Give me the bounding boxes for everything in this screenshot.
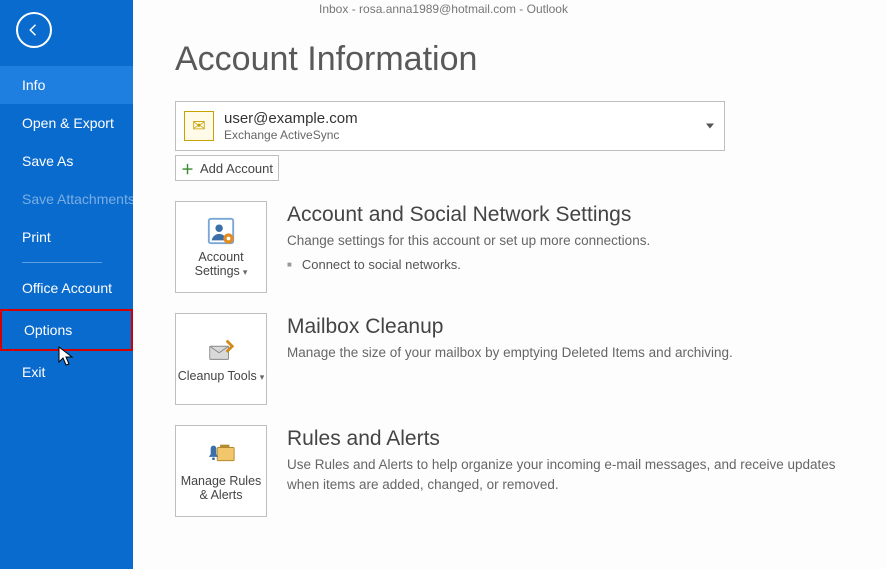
section-cleanup: Cleanup Tools▾ Mailbox Cleanup Manage th… bbox=[175, 313, 857, 405]
dropdown-caret-icon: ▾ bbox=[243, 267, 248, 277]
sidebar-item-print[interactable]: Print bbox=[0, 218, 133, 256]
cleanup-icon bbox=[206, 335, 236, 365]
sidebar-item-save-as[interactable]: Save As bbox=[0, 142, 133, 180]
rules-icon bbox=[206, 440, 236, 470]
manage-rules-label: Manage Rules & Alerts bbox=[176, 474, 266, 502]
account-type: Exchange ActiveSync bbox=[224, 128, 716, 142]
sidebar-item-options[interactable]: Options bbox=[0, 309, 133, 351]
plus-icon: ＋ bbox=[181, 159, 194, 178]
section-title-rules: Rules and Alerts bbox=[287, 427, 857, 451]
section-account-settings: Account Settings▾ Account and Social Net… bbox=[175, 201, 857, 293]
sidebar-item-open-export[interactable]: Open & Export bbox=[0, 104, 133, 142]
sidebar-item-office-account[interactable]: Office Account bbox=[0, 269, 133, 307]
section-desc-rules: Use Rules and Alerts to help organize yo… bbox=[287, 455, 857, 496]
back-button[interactable] bbox=[16, 12, 52, 48]
section-desc-cleanup: Manage the size of your mailbox by empty… bbox=[287, 343, 857, 363]
cleanup-tools-label: Cleanup Tools bbox=[178, 369, 257, 383]
sidebar-separator bbox=[22, 262, 102, 263]
connect-social-link[interactable]: Connect to social networks. bbox=[287, 257, 857, 272]
section-title-cleanup: Mailbox Cleanup bbox=[287, 315, 857, 339]
backstage-sidebar: Info Open & Export Save As Save Attachme… bbox=[0, 0, 133, 569]
manage-rules-button[interactable]: Manage Rules & Alerts bbox=[175, 425, 267, 517]
account-settings-button[interactable]: Account Settings▾ bbox=[175, 201, 267, 293]
section-desc-settings: Change settings for this account or set … bbox=[287, 231, 857, 251]
chevron-down-icon bbox=[706, 124, 714, 129]
main-panel: Account Information ✉ user@example.com E… bbox=[133, 0, 887, 569]
section-rules: Manage Rules & Alerts Rules and Alerts U… bbox=[175, 425, 857, 517]
person-gear-icon bbox=[206, 216, 236, 246]
dropdown-caret-icon: ▾ bbox=[260, 372, 265, 382]
account-selector[interactable]: ✉ user@example.com Exchange ActiveSync bbox=[175, 101, 725, 151]
page-heading: Account Information bbox=[175, 40, 857, 79]
back-arrow-icon bbox=[25, 21, 43, 39]
account-email: user@example.com bbox=[224, 110, 716, 128]
add-account-label: Add Account bbox=[200, 161, 273, 176]
sidebar-item-info[interactable]: Info bbox=[0, 66, 133, 104]
sidebar-item-exit[interactable]: Exit bbox=[0, 353, 133, 391]
mailbox-icon: ✉ bbox=[184, 111, 214, 141]
sidebar-item-save-attachments: Save Attachments bbox=[0, 180, 133, 218]
account-settings-label: Account Settings bbox=[195, 250, 244, 278]
add-account-button[interactable]: ＋ Add Account bbox=[175, 155, 279, 181]
section-title-settings: Account and Social Network Settings bbox=[287, 203, 857, 227]
cleanup-tools-button[interactable]: Cleanup Tools▾ bbox=[175, 313, 267, 405]
